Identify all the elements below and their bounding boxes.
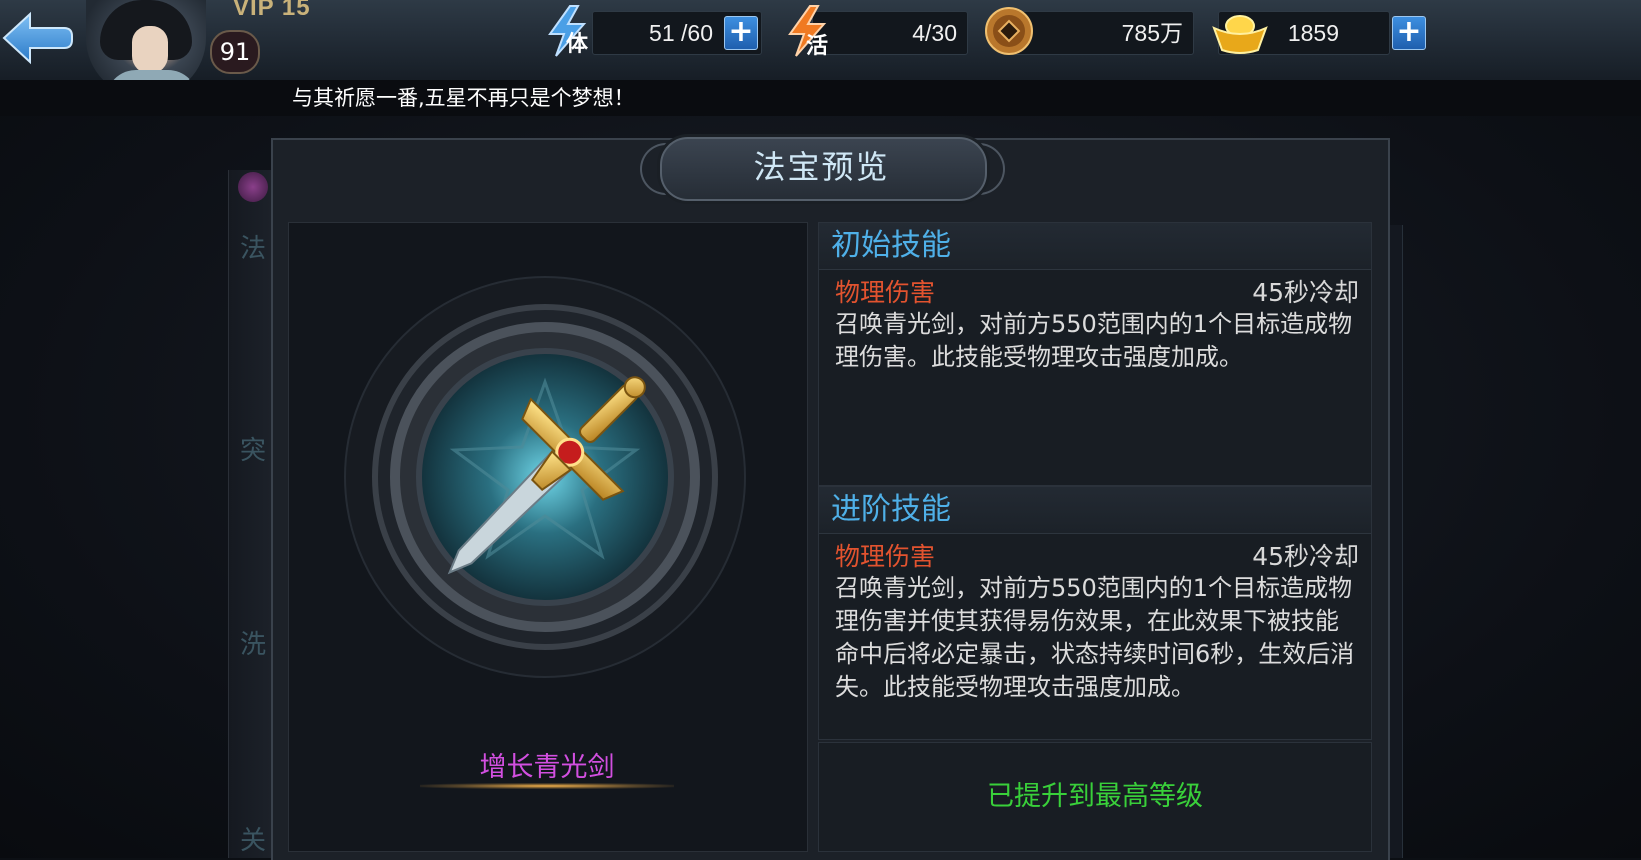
advanced-skill-header: 进阶技能 — [819, 487, 1371, 534]
sword-relic-icon — [344, 276, 746, 678]
relic-artwork — [340, 272, 750, 682]
activity-icon-char: 活 — [806, 34, 829, 59]
initial-skill-header: 初始技能 — [819, 223, 1371, 270]
advanced-skill-cooldown: 45秒冷却 — [1252, 542, 1359, 571]
announcement-text: 与其祈愿一番,五星不再只是个梦想！ — [292, 86, 635, 110]
dialog-title: 法宝预览 — [753, 148, 890, 186]
announcement-bar — [0, 80, 1641, 116]
background-label: 突 — [240, 436, 267, 466]
gold-value: 1859 — [1287, 20, 1339, 46]
initial-skill-type: 物理伤害 — [835, 278, 936, 307]
back-arrow-icon — [2, 11, 73, 65]
background-label: 法 — [240, 234, 267, 264]
activity-value: 4/30 — [912, 20, 957, 46]
initial-skill-section: 初始技能 物理伤害 45秒冷却 召唤青光剑，对前方550范围内的1个目标造成物理… — [818, 222, 1372, 486]
background-label: 关 — [240, 826, 267, 856]
avatar-face — [132, 26, 168, 74]
stamina-value: 51 /60 — [649, 20, 713, 46]
background-label: 洗 — [240, 630, 267, 660]
relic-name: 增长青光剑 — [479, 752, 615, 783]
vip-label: VIP 15 — [233, 0, 311, 21]
max-level-text: 已提升到最高等级 — [987, 781, 1203, 812]
stamina-icon-char: 体 — [566, 32, 589, 57]
advanced-skill-description: 召唤青光剑，对前方550范围内的1个目标造成物理伤害并使其获得易伤效果，在此效果… — [835, 574, 1355, 701]
player-level-badge: 91 — [210, 30, 260, 74]
advanced-skill-type: 物理伤害 — [835, 542, 936, 571]
background-gem-icon — [238, 172, 268, 202]
advanced-skill-section: 进阶技能 物理伤害 45秒冷却 召唤青光剑，对前方550范围内的1个目标造成物理… — [818, 486, 1372, 740]
advanced-skill-title: 进阶技能 — [831, 492, 951, 527]
gold-add-button[interactable]: + — [1392, 16, 1426, 50]
copper-counter: 785万 — [1012, 11, 1194, 55]
initial-skill-title: 初始技能 — [831, 228, 951, 263]
initial-skill-description: 召唤青光剑，对前方550范围内的1个目标造成物理伤害。此技能受物理攻击强度加成。 — [835, 310, 1353, 371]
copper-coin-icon — [984, 6, 1034, 60]
stamina-add-button[interactable]: + — [724, 16, 758, 50]
upgrade-status-box: 已提升到最高等级 — [818, 742, 1372, 852]
copper-value: 785万 — [1121, 20, 1183, 46]
initial-skill-cooldown: 45秒冷却 — [1252, 278, 1359, 307]
activity-counter: 4/30 — [812, 11, 968, 55]
relic-name-underline — [420, 783, 674, 789]
background-side-panel — [228, 170, 271, 858]
gold-ingot-icon — [1212, 10, 1268, 60]
back-button[interactable] — [0, 4, 74, 72]
